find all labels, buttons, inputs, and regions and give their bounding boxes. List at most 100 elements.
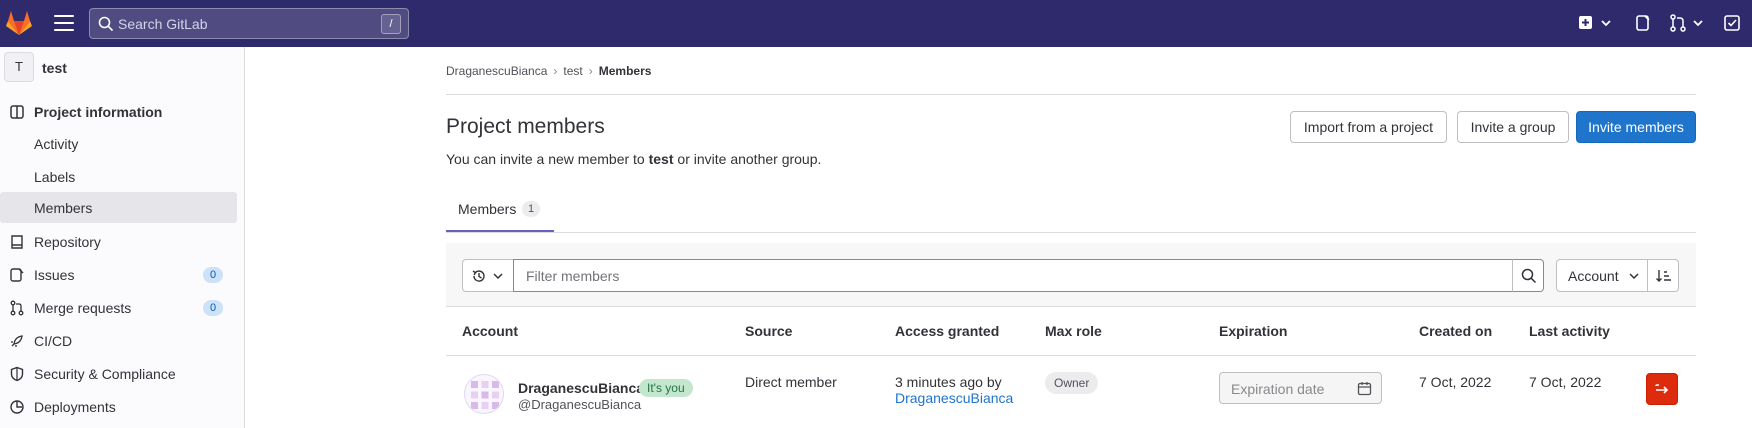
subtitle-project-name: test <box>648 151 674 167</box>
filter-search-button[interactable] <box>1512 259 1544 292</box>
column-header-expiration: Expiration <box>1219 323 1288 339</box>
project-avatar: T <box>4 52 34 82</box>
merge-requests-count-badge: 0 <box>203 300 223 316</box>
breadcrumb-link[interactable]: DraganescuBianca <box>446 64 547 78</box>
sort-lowest-icon <box>1656 270 1671 282</box>
sidebar-item-issues[interactable]: Issues 0 <box>0 259 237 290</box>
sidebar-item-activity[interactable]: Activity <box>0 128 237 159</box>
member-name[interactable]: DraganescuBianca <box>518 380 644 396</box>
leave-button[interactable] <box>1646 373 1678 405</box>
column-header-source: Source <box>745 323 793 339</box>
filter-bar: Filter members Account <box>446 243 1696 307</box>
avatar[interactable] <box>464 374 504 414</box>
sidebar-item-members[interactable]: Members <box>0 192 237 223</box>
access-granted-by-link[interactable]: DraganescuBianca <box>895 390 1013 406</box>
sidebar: T test Project information Activity Labe… <box>0 47 245 428</box>
max-role-badge: Owner <box>1045 372 1099 394</box>
tab-members[interactable]: Members 1 <box>446 193 554 232</box>
deployments-icon <box>10 400 24 414</box>
divider <box>446 232 1696 233</box>
tab-count-badge: 1 <box>522 201 540 217</box>
sidebar-item-label: Security & Compliance <box>34 366 176 382</box>
tab-label: Members <box>458 201 517 217</box>
breadcrumb-current[interactable]: Members <box>599 64 652 78</box>
sidebar-project[interactable]: T test <box>0 47 245 91</box>
repository-icon <box>11 235 23 249</box>
invite-group-button[interactable]: Invite a group <box>1457 111 1569 143</box>
sidebar-item-ci-cd[interactable]: CI/CD <box>0 325 237 356</box>
breadcrumb: DraganescuBianca › test › Members <box>446 64 651 78</box>
merge-request-icon <box>10 300 24 316</box>
create-new-icon[interactable] <box>1576 13 1596 33</box>
breadcrumb-link[interactable]: test <box>563 64 582 78</box>
column-header-max-role: Max role <box>1045 323 1102 339</box>
search-shortcut: / <box>381 14 401 34</box>
page-subtitle: You can invite a new member to test or i… <box>446 151 821 167</box>
sidebar-item-merge-requests[interactable]: Merge requests 0 <box>0 292 237 323</box>
menu-icon[interactable] <box>54 15 74 31</box>
merge-requests-icon[interactable] <box>1668 13 1688 33</box>
access-granted: 3 minutes ago by DraganescuBianca <box>895 374 1013 406</box>
sidebar-item-label: Activity <box>34 136 79 152</box>
recent-searches-button[interactable] <box>462 259 514 292</box>
issues-count-badge: 0 <box>203 267 223 283</box>
sidebar-item-label: Issues <box>34 267 75 283</box>
gitlab-logo[interactable] <box>4 9 34 37</box>
breadcrumb-separator-icon: › <box>553 64 558 78</box>
project-icon <box>10 105 24 119</box>
its-you-badge: It's you <box>639 379 693 397</box>
issues-icon[interactable] <box>1633 13 1653 33</box>
member-username: @DraganescuBianca <box>518 397 642 412</box>
sidebar-item-label: Members <box>34 200 93 216</box>
chevron-down-icon <box>493 273 503 280</box>
search-input[interactable]: Search GitLab / <box>89 8 409 39</box>
history-icon <box>472 270 485 282</box>
sidebar-item-repository[interactable]: Repository <box>0 226 237 257</box>
breadcrumb-separator-icon: › <box>588 64 593 78</box>
sort-dropdown[interactable]: Account <box>1556 259 1648 292</box>
sort-direction-button[interactable] <box>1647 259 1679 292</box>
shield-icon <box>10 366 24 382</box>
table-row: DraganescuBianca It's you @DraganescuBia… <box>446 356 1696 428</box>
sidebar-item-label: Deployments <box>34 399 116 415</box>
chevron-down-icon <box>1629 273 1639 280</box>
sidebar-item-label: Project information <box>34 104 163 120</box>
todo-icon[interactable] <box>1722 13 1742 33</box>
sidebar-item-project-information[interactable]: Project information <box>0 96 237 127</box>
column-header-access-granted: Access granted <box>895 323 1000 339</box>
page-title: Project members <box>446 115 605 138</box>
filter-members-input[interactable]: Filter members <box>513 259 1513 292</box>
expiration-date-input[interactable]: Expiration date <box>1219 372 1382 404</box>
calendar-icon <box>1357 382 1372 396</box>
column-header-account: Account <box>462 323 518 339</box>
invite-members-button[interactable]: Invite members <box>1576 111 1696 143</box>
access-granted-time: 3 minutes ago by <box>895 374 1002 390</box>
search-icon <box>98 16 114 32</box>
top-navbar: Search GitLab / <box>0 0 1752 47</box>
column-header-last-activity: Last activity <box>1529 323 1610 339</box>
column-header-created-on: Created on <box>1419 323 1493 339</box>
subtitle-text: You can invite a new member to <box>446 151 649 167</box>
sidebar-item-security-compliance[interactable]: Security & Compliance <box>0 358 237 389</box>
search-placeholder: Search GitLab <box>118 16 208 32</box>
project-name: test <box>42 60 67 76</box>
created-on: 7 Oct, 2022 <box>1419 374 1492 390</box>
sidebar-item-deployments[interactable]: Deployments <box>0 391 237 422</box>
expiration-placeholder: Expiration date <box>1231 381 1325 397</box>
identicon <box>471 381 499 409</box>
sidebar-item-labels[interactable]: Labels <box>0 161 237 192</box>
search-icon <box>1521 268 1537 284</box>
sort-label: Account <box>1568 268 1619 284</box>
chevron-down-icon[interactable] <box>1692 13 1704 33</box>
chevron-down-icon[interactable] <box>1600 13 1612 33</box>
sidebar-item-label: Merge requests <box>34 300 132 316</box>
divider <box>446 94 1696 95</box>
sidebar-item-label: Repository <box>34 234 101 250</box>
leave-icon <box>1655 384 1669 394</box>
issues-icon <box>10 268 24 282</box>
filter-placeholder: Filter members <box>526 268 620 284</box>
sidebar-item-label: Labels <box>34 169 76 185</box>
last-activity: 7 Oct, 2022 <box>1529 374 1602 390</box>
import-from-project-button[interactable]: Import from a project <box>1290 111 1447 143</box>
rocket-icon <box>11 335 23 347</box>
